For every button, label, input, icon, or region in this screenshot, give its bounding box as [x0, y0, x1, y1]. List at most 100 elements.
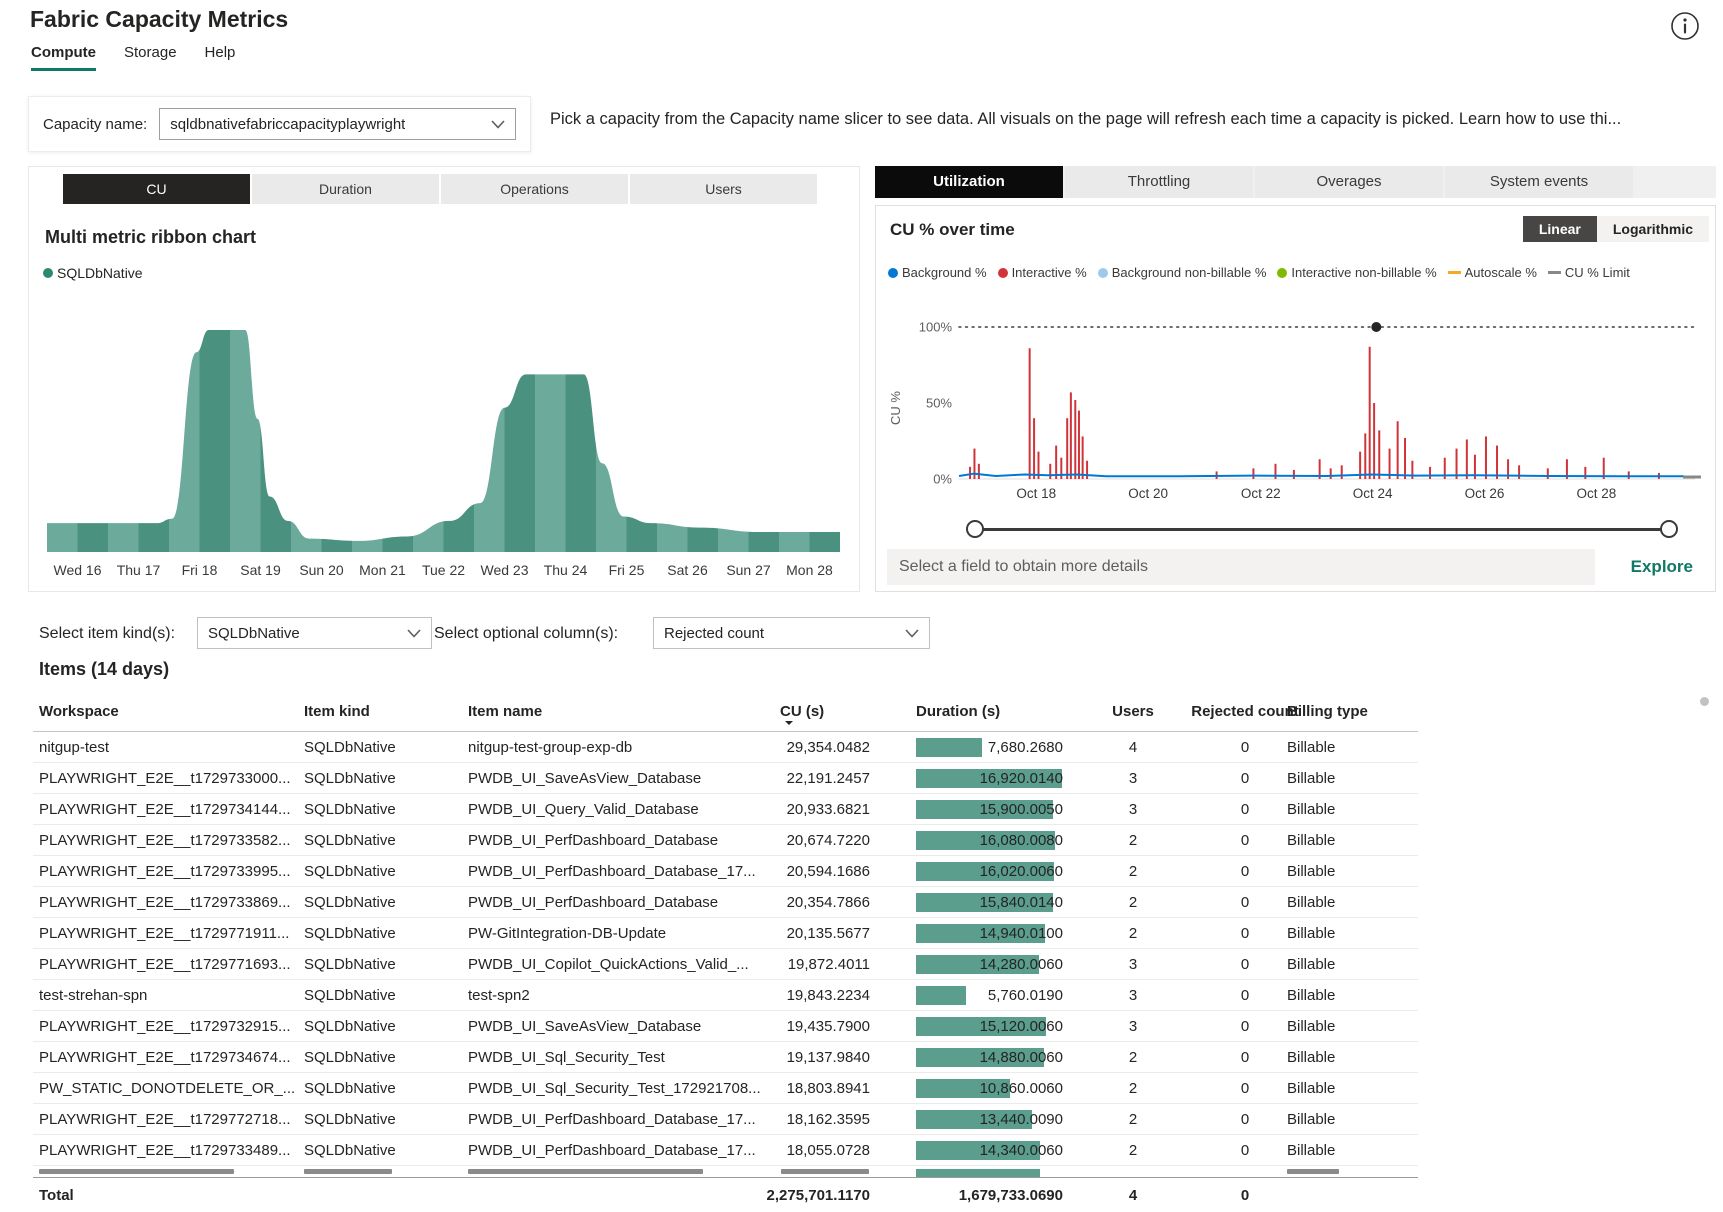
cell-item-kind: SQLDbNative — [304, 1135, 459, 1166]
table-row[interactable]: PLAYWRIGHT_E2E__t1729771693...SQLDbNativ… — [33, 949, 1418, 980]
capacity-name-dropdown[interactable]: sqldbnativefabriccapacityplaywright — [159, 108, 516, 140]
cell-item-kind: SQLDbNative — [304, 918, 459, 949]
utilization-tab-overages[interactable]: Overages — [1255, 166, 1443, 198]
cu-over-time-title: CU % over time — [890, 220, 1015, 240]
scale-linear-button[interactable]: Linear — [1523, 216, 1597, 242]
cell-cu: 20,135.5677 — [730, 918, 870, 949]
cell-duration: 14,940.0100 — [916, 918, 1063, 949]
tab-help[interactable]: Help — [205, 44, 236, 71]
metric-tab-users[interactable]: Users — [630, 174, 817, 204]
slider-handle-left[interactable] — [966, 520, 984, 538]
optional-columns-filter-label: Select optional column(s): — [434, 625, 618, 643]
metric-tab-operations[interactable]: Operations — [441, 174, 628, 204]
line-swatch-icon — [1548, 271, 1561, 274]
optional-columns-dropdown[interactable]: Rejected count — [653, 617, 930, 649]
legend-interactive[interactable]: Interactive % — [998, 265, 1087, 280]
cell-workspace: PLAYWRIGHT_E2E__t1729733582... — [39, 825, 295, 856]
fabric-capacity-metrics-app: Fabric Capacity Metrics ComputeStorageHe… — [0, 0, 1723, 1212]
legend-background[interactable]: Background % — [888, 265, 987, 280]
legend-background-non-billable[interactable]: Background non-billable % — [1098, 265, 1267, 280]
item-kind-dropdown[interactable]: SQLDbNative — [197, 617, 432, 649]
legend-cu-limit[interactable]: CU % Limit — [1548, 265, 1630, 280]
item-kind-filter-label: Select item kind(s): — [39, 625, 175, 643]
cell-duration: 15,900.0050 — [916, 794, 1063, 825]
time-range-slider[interactable] — [966, 518, 1678, 540]
cell-users: 2 — [1083, 887, 1183, 918]
cell-users: 3 — [1083, 1011, 1183, 1042]
cell-workspace: PLAYWRIGHT_E2E__t1729734144... — [39, 794, 295, 825]
duration-value: 15,900.0050 — [980, 794, 1063, 825]
clipped-text — [781, 1169, 869, 1174]
legend-label: Background non-billable % — [1112, 265, 1267, 280]
table-row[interactable]: PLAYWRIGHT_E2E__t1729733995...SQLDbNativ… — [33, 856, 1418, 887]
cu-percent-chart[interactable]: 100%50%0%CU %Oct 18Oct 20Oct 22Oct 24Oct… — [884, 288, 1704, 503]
table-row[interactable]: PW_STATIC_DONOTDELETE_OR_...SQLDbNativeP… — [33, 1073, 1418, 1104]
col-header-duration-s[interactable]: Duration (s) — [916, 703, 1063, 720]
tab-compute[interactable]: Compute — [31, 44, 96, 71]
slider-handle-right[interactable] — [1660, 520, 1678, 538]
cell-billing-type: Billable — [1287, 1135, 1412, 1166]
info-icon[interactable] — [1669, 10, 1701, 42]
item-kind-value: SQLDbNative — [208, 625, 300, 642]
table-row[interactable]: PLAYWRIGHT_E2E__t1729733869...SQLDbNativ… — [33, 887, 1418, 918]
duration-bar — [916, 738, 982, 757]
svg-text:Tue 22: Tue 22 — [422, 562, 465, 578]
table-row[interactable]: nitgup-testSQLDbNativenitgup-test-group-… — [33, 732, 1418, 763]
legend-interactive-non-billable[interactable]: Interactive non-billable % — [1277, 265, 1436, 280]
dot-swatch-icon — [998, 268, 1008, 278]
table-row[interactable]: PLAYWRIGHT_E2E__t1729732915...SQLDbNativ… — [33, 1011, 1418, 1042]
col-header-item-name[interactable]: Item name — [468, 703, 770, 720]
table-body: nitgup-testSQLDbNativenitgup-test-group-… — [33, 732, 1418, 1166]
explore-button[interactable]: Explore — [1631, 549, 1693, 585]
capacity-name-value: sqldbnativefabriccapacityplaywright — [170, 116, 405, 133]
col-header-cu-s[interactable]: CU (s) — [780, 703, 900, 720]
scale-toggle: LinearLogarithmic — [1523, 216, 1709, 242]
svg-text:Mon 28: Mon 28 — [786, 562, 833, 578]
table-row[interactable]: PLAYWRIGHT_E2E__t1729734674...SQLDbNativ… — [33, 1042, 1418, 1073]
legend-label: CU % Limit — [1565, 265, 1630, 280]
cell-item-name: PWDB_UI_PerfDashboard_Database — [468, 825, 770, 856]
table-row[interactable]: PLAYWRIGHT_E2E__t1729733489...SQLDbNativ… — [33, 1135, 1418, 1166]
metric-tab-duration[interactable]: Duration — [252, 174, 439, 204]
table-row[interactable]: PLAYWRIGHT_E2E__t1729733582...SQLDbNativ… — [33, 825, 1418, 856]
legend-label: Interactive non-billable % — [1291, 265, 1436, 280]
col-header-workspace[interactable]: Workspace — [39, 703, 295, 720]
cell-users: 3 — [1083, 949, 1183, 980]
total-label: Total — [39, 1178, 295, 1212]
table-row[interactable]: PLAYWRIGHT_E2E__t1729772718...SQLDbNativ… — [33, 1104, 1418, 1135]
table-total-row: Total 2,275,701.1170 1,679,733.0690 4 0 — [33, 1177, 1418, 1212]
cell-billing-type: Billable — [1287, 949, 1412, 980]
table-header-row: Workspace Item kind Item name CU (s) Duratio… — [33, 694, 1418, 732]
duration-bar — [916, 1169, 1040, 1177]
cell-cu: 18,803.8941 — [730, 1073, 870, 1104]
scale-logarithmic-button[interactable]: Logarithmic — [1597, 216, 1709, 242]
ribbon-chart[interactable]: Wed 16Thu 17Fri 18Sat 19Sun 20Mon 21Tue … — [37, 287, 849, 587]
tab-storage[interactable]: Storage — [124, 44, 177, 71]
cell-item-kind: SQLDbNative — [304, 1011, 459, 1042]
table-row[interactable]: PLAYWRIGHT_E2E__t1729733000...SQLDbNativ… — [33, 763, 1418, 794]
svg-text:Sat 26: Sat 26 — [667, 562, 708, 578]
table-row[interactable]: PLAYWRIGHT_E2E__t1729771911...SQLDbNativ… — [33, 918, 1418, 949]
cell-item-kind: SQLDbNative — [304, 980, 459, 1011]
items-table-title: Items (14 days) — [39, 659, 169, 680]
utilization-tab-throttling[interactable]: Throttling — [1065, 166, 1253, 198]
col-header-item-kind[interactable]: Item kind — [304, 703, 459, 720]
table-row[interactable]: PLAYWRIGHT_E2E__t1729734144...SQLDbNativ… — [33, 794, 1418, 825]
svg-text:Mon 21: Mon 21 — [359, 562, 406, 578]
utilization-tab-utilization[interactable]: Utilization — [875, 166, 1063, 198]
legend-label: Background % — [902, 265, 987, 280]
scrollbar-thumb[interactable] — [1700, 697, 1709, 706]
col-header-users[interactable]: Users — [1083, 703, 1183, 720]
table-row[interactable]: test-strehan-spnSQLDbNativetest-spn219,8… — [33, 980, 1418, 1011]
legend-autoscale[interactable]: Autoscale % — [1448, 265, 1537, 280]
cell-item-name: PWDB_UI_Query_Valid_Database — [468, 794, 770, 825]
duration-value: 15,120.0060 — [980, 1011, 1063, 1042]
sort-desc-icon — [785, 721, 793, 729]
ribbon-chart-title: Multi metric ribbon chart — [45, 227, 256, 248]
col-header-billing-type[interactable]: Billing type — [1287, 703, 1412, 720]
legend-sqldbnative[interactable]: SQLDbNative — [43, 265, 143, 281]
metric-tab-cu[interactable]: CU — [63, 174, 250, 204]
cell-item-name: PWDB_UI_PerfDashboard_Database_17... — [468, 1104, 770, 1135]
total-cu: 2,275,701.1170 — [730, 1178, 870, 1212]
utilization-tab-system-events[interactable]: System events — [1445, 166, 1633, 198]
